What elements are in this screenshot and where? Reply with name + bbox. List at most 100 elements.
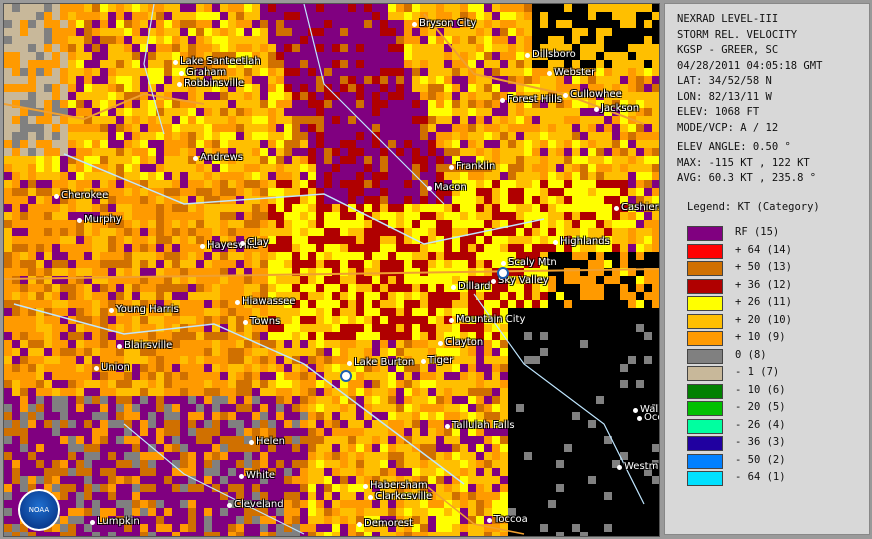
velocity-bin <box>420 244 428 252</box>
velocity-bin <box>412 340 420 348</box>
velocity-bin <box>428 4 436 12</box>
velocity-bin <box>212 452 220 460</box>
velocity-bin <box>148 476 156 484</box>
velocity-bin <box>476 500 484 508</box>
velocity-bin <box>500 252 508 260</box>
velocity-bin <box>396 244 404 252</box>
velocity-bin <box>436 220 444 228</box>
velocity-bin <box>4 212 12 220</box>
velocity-bin <box>396 532 404 536</box>
velocity-bin <box>28 84 36 92</box>
velocity-bin <box>516 52 524 60</box>
velocity-bin <box>180 428 188 436</box>
velocity-bin <box>124 500 132 508</box>
velocity-bin <box>116 508 124 516</box>
velocity-bin <box>60 252 68 260</box>
velocity-bin <box>468 236 476 244</box>
velocity-bin <box>356 244 364 252</box>
velocity-bin <box>84 132 92 140</box>
velocity-bin <box>140 380 148 388</box>
velocity-bin <box>404 308 412 316</box>
velocity-bin <box>300 508 308 516</box>
velocity-bin <box>636 76 644 84</box>
velocity-bin <box>396 260 404 268</box>
velocity-bin <box>420 412 428 420</box>
velocity-bin <box>260 412 268 420</box>
velocity-bin <box>644 156 652 164</box>
velocity-bin <box>548 276 556 284</box>
velocity-bin <box>516 292 524 300</box>
velocity-bin <box>356 332 364 340</box>
velocity-bin <box>84 452 92 460</box>
velocity-bin <box>100 420 108 428</box>
velocity-bin <box>172 388 180 396</box>
velocity-bin <box>436 316 444 324</box>
velocity-bin <box>172 228 180 236</box>
velocity-bin <box>116 188 124 196</box>
velocity-bin <box>68 172 76 180</box>
velocity-bin <box>548 212 556 220</box>
velocity-bin <box>500 212 508 220</box>
velocity-bin <box>324 12 332 20</box>
velocity-bin <box>380 164 388 172</box>
city-label: Bryson City <box>419 18 477 29</box>
city-label: Lumpkin <box>97 516 140 527</box>
velocity-bin <box>212 12 220 20</box>
velocity-bin <box>372 276 380 284</box>
velocity-bin <box>52 364 60 372</box>
velocity-bin <box>652 292 659 300</box>
velocity-bin <box>220 380 228 388</box>
velocity-bin <box>332 84 340 92</box>
info-line: KGSP - GREER, SC <box>677 44 779 56</box>
velocity-bin <box>548 284 556 292</box>
velocity-bin <box>468 444 476 452</box>
velocity-bin <box>292 52 300 60</box>
velocity-bin <box>140 124 148 132</box>
velocity-bin <box>284 404 292 412</box>
velocity-bin <box>292 228 300 236</box>
velocity-bin <box>4 268 12 276</box>
velocity-bin <box>628 140 636 148</box>
velocity-bin <box>604 116 612 124</box>
velocity-bin <box>348 212 356 220</box>
velocity-bin <box>452 116 460 124</box>
velocity-bin <box>356 380 364 388</box>
velocity-bin <box>508 164 516 172</box>
velocity-bin <box>636 156 644 164</box>
velocity-bin <box>388 20 396 28</box>
velocity-bin <box>548 132 556 140</box>
velocity-bin <box>92 156 100 164</box>
velocity-bin <box>52 28 60 36</box>
radar-map[interactable]: Bryson City Dillsboro Webster Lake Santeetl… <box>3 3 660 537</box>
velocity-bin <box>244 380 252 388</box>
velocity-bin <box>308 180 316 188</box>
velocity-bin <box>556 212 564 220</box>
velocity-bin <box>388 284 396 292</box>
velocity-bin <box>148 4 156 12</box>
velocity-bin <box>140 284 148 292</box>
velocity-bin <box>12 196 20 204</box>
velocity-bin <box>228 220 236 228</box>
city-label: Towns <box>250 316 281 327</box>
velocity-bin <box>564 212 572 220</box>
velocity-bin <box>652 124 659 132</box>
velocity-bin <box>76 476 84 484</box>
velocity-bin <box>236 388 244 396</box>
velocity-bin <box>236 20 244 28</box>
velocity-bin <box>484 140 492 148</box>
velocity-bin <box>348 116 356 124</box>
velocity-bin <box>588 276 596 284</box>
velocity-bin <box>284 36 292 44</box>
velocity-bin <box>52 4 60 12</box>
velocity-bin <box>340 524 348 532</box>
velocity-bin <box>620 68 628 76</box>
velocity-bin <box>212 260 220 268</box>
velocity-bin <box>428 28 436 36</box>
velocity-bin <box>132 212 140 220</box>
velocity-bin <box>428 244 436 252</box>
velocity-bin <box>100 60 108 68</box>
velocity-bin <box>84 84 92 92</box>
velocity-bin <box>596 156 604 164</box>
velocity-bin <box>108 180 116 188</box>
velocity-bin <box>204 44 212 52</box>
